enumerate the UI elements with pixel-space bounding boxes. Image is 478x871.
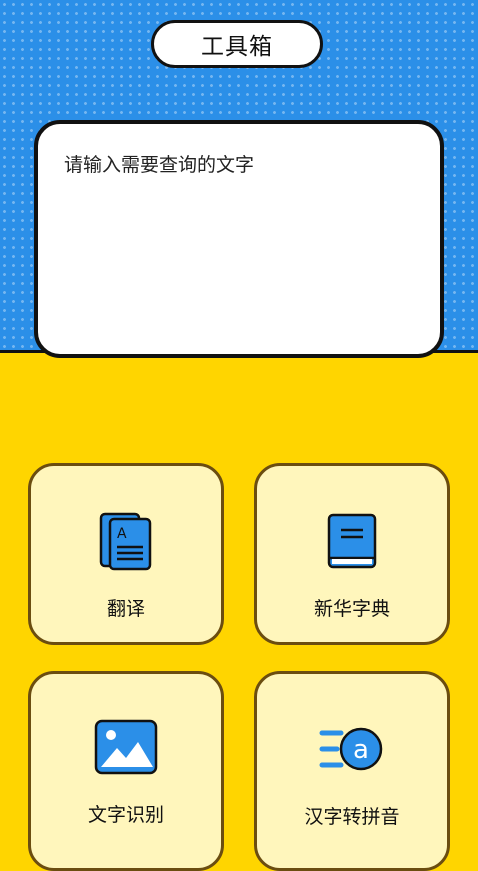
image-ocr-icon bbox=[94, 719, 158, 775]
pinyin-convert-icon: a bbox=[319, 727, 383, 771]
tool-ocr-button[interactable]: 文字识别 bbox=[28, 671, 224, 871]
tool-label: 汉字转拼音 bbox=[304, 806, 400, 828]
tool-label: 文字识别 bbox=[87, 804, 164, 826]
tool-translate-button[interactable]: A 翻译 bbox=[28, 463, 224, 645]
tool-label: 翻译 bbox=[106, 598, 145, 620]
page-title-text: 工具箱 bbox=[201, 34, 273, 60]
dictionary-book-icon bbox=[327, 513, 377, 569]
tool-pinyin-button[interactable]: a 汉字转拼音 bbox=[254, 671, 450, 871]
page-title: 工具箱 bbox=[151, 20, 323, 68]
tool-label: 新华字典 bbox=[313, 598, 390, 620]
search-input-area[interactable]: 请输入需要查询的文字 bbox=[34, 120, 444, 358]
svg-text:a: a bbox=[353, 735, 369, 765]
svg-text:A: A bbox=[117, 526, 127, 542]
translate-document-icon: A bbox=[99, 512, 152, 571]
search-placeholder: 请输入需要查询的文字 bbox=[64, 154, 255, 176]
tool-dictionary-button[interactable]: 新华字典 bbox=[254, 463, 450, 645]
